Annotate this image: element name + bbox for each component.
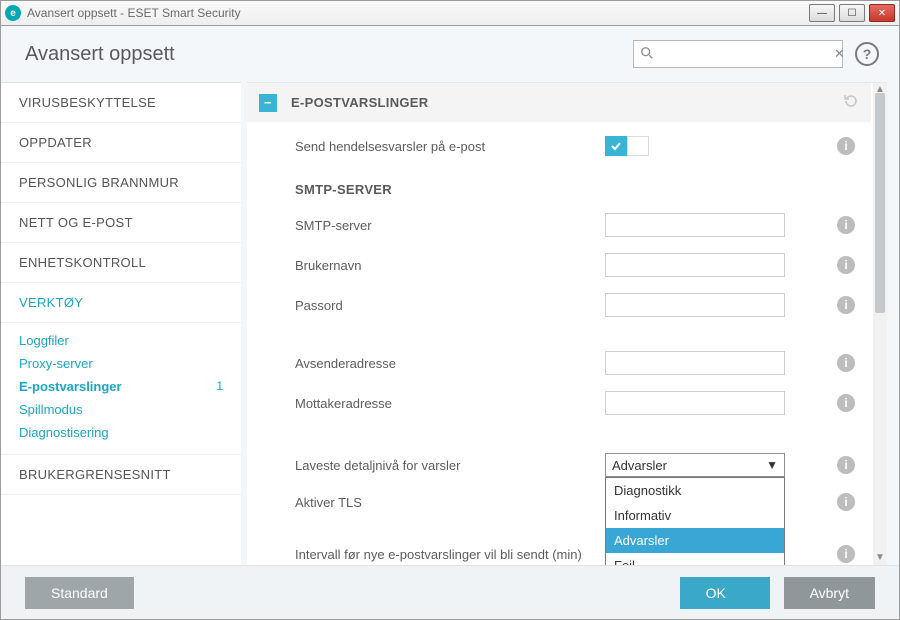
dropdown-detail-level: Diagnostikk Informativ Advarsler Feil Kr… [605, 477, 785, 565]
sidebar-item-web-email[interactable]: NETT OG E-POST [1, 203, 241, 243]
sidebar-item-device-control[interactable]: ENHETSKONTROLL [1, 243, 241, 283]
scroll-thumb[interactable] [875, 93, 885, 313]
sidebar-sub-gamemode[interactable]: Spillmodus [1, 398, 241, 421]
info-icon[interactable]: i [837, 216, 855, 234]
scrollbar[interactable]: ▲ ▼ [873, 83, 887, 565]
sidebar-item-virus[interactable]: VIRUSBESKYTTELSE [1, 83, 241, 123]
row-recipient: Mottakeradresse i [257, 383, 861, 423]
label-interval: Intervall før nye e-postvarslinger vil b… [295, 547, 655, 562]
sidebar-sub-label: Diagnostisering [19, 425, 109, 440]
search-input[interactable] [658, 47, 834, 62]
section-title: E-POSTVARSLINGER [291, 95, 428, 110]
label-recipient: Mottakeradresse [295, 396, 605, 411]
option-diagnostics[interactable]: Diagnostikk [606, 478, 784, 503]
select-value: Advarsler [612, 458, 766, 473]
header: Avansert oppsett ✕ ? [1, 26, 899, 82]
label-smtp-server: SMTP-server [295, 218, 605, 233]
row-send-events: Send hendelsesvarsler på e-post i [257, 128, 861, 164]
select-detail-level[interactable]: Advarsler ▼ Diagnostikk Informativ Advar… [605, 453, 785, 477]
close-button[interactable]: ✕ [869, 4, 895, 22]
ok-button[interactable]: OK [680, 577, 770, 609]
input-smtp-server[interactable] [605, 213, 785, 237]
window-buttons: — ☐ ✕ [809, 4, 895, 22]
sidebar-sub-diagnostics[interactable]: Diagnostisering [1, 421, 241, 444]
row-sender: Avsenderadresse i [257, 343, 861, 383]
search-icon [640, 46, 654, 63]
label-send-events: Send hendelsesvarsler på e-post [295, 139, 605, 154]
info-icon[interactable]: i [837, 354, 855, 372]
sidebar-item-firewall[interactable]: PERSONLIG BRANNMUR [1, 163, 241, 203]
info-icon[interactable]: i [837, 456, 855, 474]
label-tls: Aktiver TLS [295, 495, 605, 510]
option-warnings[interactable]: Advarsler [606, 528, 784, 553]
clear-search-icon[interactable]: ✕ [834, 46, 845, 62]
maximize-button[interactable]: ☐ [839, 4, 865, 22]
info-icon[interactable]: i [837, 256, 855, 274]
sidebar-sub-logfiles[interactable]: Loggfiler [1, 329, 241, 352]
sidebar-sub-email-notifications[interactable]: E-postvarslinger 1 [1, 375, 241, 398]
panel: − E-POSTVARSLINGER Send hendelsesvarsler… [247, 83, 887, 565]
sidebar-tools-subgroup: Loggfiler Proxy-server E-postvarslinger … [1, 323, 241, 455]
info-icon[interactable]: i [837, 296, 855, 314]
input-recipient[interactable] [605, 391, 785, 415]
sidebar: VIRUSBESKYTTELSE OPPDATER PERSONLIG BRAN… [1, 82, 241, 565]
window-title: Avansert oppsett - ESET Smart Security [27, 6, 809, 20]
info-icon[interactable]: i [837, 394, 855, 412]
section-header: − E-POSTVARSLINGER [247, 83, 871, 122]
sidebar-sub-badge: 1 [216, 379, 223, 393]
info-icon[interactable]: i [837, 493, 855, 511]
cancel-button[interactable]: Avbryt [784, 577, 875, 609]
minimize-button[interactable]: — [809, 4, 835, 22]
sidebar-sub-label: E-postvarslinger [19, 379, 122, 394]
help-icon[interactable]: ? [855, 42, 879, 66]
page-title: Avansert oppsett [25, 43, 633, 66]
sidebar-sub-label: Loggfiler [19, 333, 69, 348]
app-frame: Avansert oppsett ✕ ? VIRUSBESKYTTELSE OP… [0, 26, 900, 620]
info-icon[interactable]: i [837, 545, 855, 563]
option-informative[interactable]: Informativ [606, 503, 784, 528]
label-password: Passord [295, 298, 605, 313]
input-password[interactable] [605, 293, 785, 317]
chevron-down-icon: ▼ [766, 458, 778, 472]
row-password: Passord i [257, 285, 861, 325]
input-username[interactable] [605, 253, 785, 277]
toggle-send-events[interactable] [605, 136, 649, 156]
content: − E-POSTVARSLINGER Send hendelsesvarsler… [247, 82, 887, 565]
reset-icon[interactable] [843, 93, 859, 112]
default-button[interactable]: Standard [25, 577, 134, 609]
titlebar: e Avansert oppsett - ESET Smart Security… [0, 0, 900, 26]
app-logo-icon: e [5, 5, 21, 21]
main: VIRUSBESKYTTELSE OPPDATER PERSONLIG BRAN… [1, 82, 899, 565]
info-icon[interactable]: i [837, 137, 855, 155]
input-sender[interactable] [605, 351, 785, 375]
sidebar-sub-proxy[interactable]: Proxy-server [1, 352, 241, 375]
row-username: Brukernavn i [257, 245, 861, 285]
label-detail-level: Laveste detaljnivå for varsler [295, 458, 605, 473]
toggle-off-handle [627, 136, 649, 156]
option-errors[interactable]: Feil [606, 553, 784, 565]
label-username: Brukernavn [295, 258, 605, 273]
sidebar-sub-label: Proxy-server [19, 356, 93, 371]
sidebar-item-ui[interactable]: BRUKERGRENSESNITT [1, 455, 241, 495]
row-detail-level: Laveste detaljnivå for varsler Advarsler… [257, 445, 861, 485]
toggle-on-icon [605, 136, 627, 156]
scroll-down-icon[interactable]: ▼ [873, 551, 887, 565]
collapse-icon[interactable]: − [259, 94, 277, 112]
sidebar-item-tools[interactable]: VERKTØY [1, 283, 241, 323]
row-smtp-server: SMTP-server i [257, 205, 861, 245]
search-box[interactable]: ✕ [633, 40, 843, 68]
smtp-subheader: SMTP-SERVER [257, 164, 861, 205]
sidebar-sub-label: Spillmodus [19, 402, 83, 417]
sidebar-item-update[interactable]: OPPDATER [1, 123, 241, 163]
label-sender: Avsenderadresse [295, 356, 605, 371]
footer: Standard OK Avbryt [1, 565, 899, 619]
